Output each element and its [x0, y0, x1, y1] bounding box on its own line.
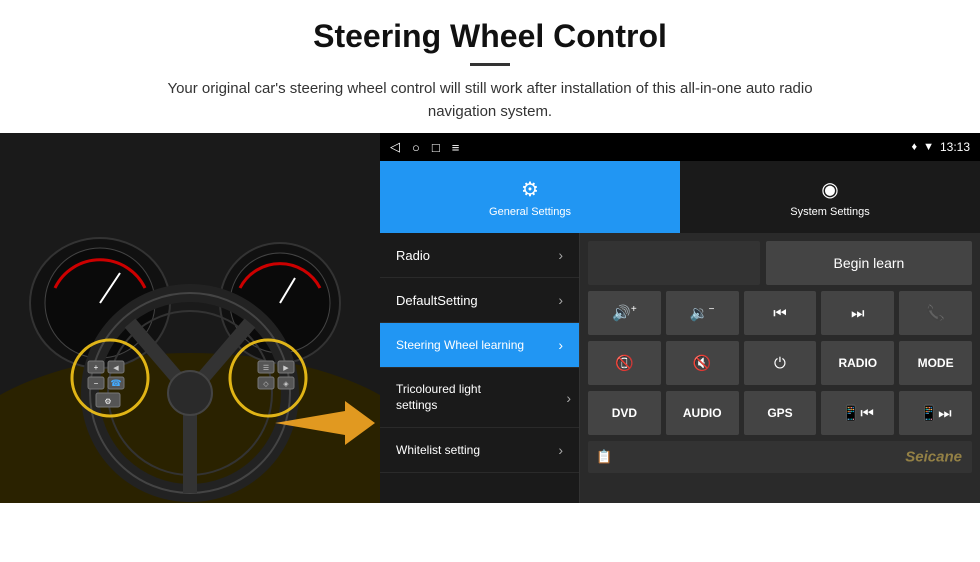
- mute-button[interactable]: 🔇: [666, 341, 739, 385]
- nav-tabs: ⚙ General Settings ◉ System Settings: [380, 161, 980, 233]
- tel-prev-button[interactable]: 📱⏮: [821, 391, 894, 435]
- menu-whitelist-arrow: ›: [558, 442, 563, 458]
- menu-item-whitelist[interactable]: Whitelist setting ›: [380, 428, 579, 473]
- tab-system-settings[interactable]: ◉ System Settings: [680, 161, 980, 233]
- menu-item-radio[interactable]: Radio ›: [380, 233, 579, 278]
- power-button[interactable]: ⏻: [744, 341, 817, 385]
- mode-label: MODE: [918, 356, 954, 370]
- phone-button[interactable]: 📞: [899, 291, 972, 335]
- audio-button[interactable]: AUDIO: [666, 391, 739, 435]
- vol-down-button[interactable]: 🔉−: [666, 291, 739, 335]
- tel-next-icon: 📱⏭: [920, 404, 952, 422]
- menu-item-tricoloured[interactable]: Tricoloured lightsettings ›: [380, 368, 579, 428]
- svg-text:▶: ▶: [283, 365, 289, 372]
- menu-tricoloured-label: Tricoloured lightsettings: [396, 382, 481, 413]
- tab-general-label: General Settings: [489, 206, 571, 218]
- car-image-svg: + ◀ − ☎ ⚙ ☰ ▶ ◇ ◈: [0, 133, 380, 503]
- doc-icon: 📋: [596, 449, 612, 465]
- tel-next-button[interactable]: 📱⏭: [899, 391, 972, 435]
- title-divider: [470, 63, 510, 66]
- gps-label: GPS: [767, 406, 792, 420]
- gps-icon: ♦: [911, 141, 917, 153]
- svg-text:◀: ◀: [113, 365, 119, 372]
- vol-up-button[interactable]: 🔊+: [588, 291, 661, 335]
- tel-prev-icon: 📱⏮: [842, 404, 874, 422]
- vol-up-icon: 🔊+: [612, 304, 637, 322]
- menu-radio-arrow: ›: [558, 247, 563, 263]
- mode-button[interactable]: MODE: [899, 341, 972, 385]
- hangup-icon: 📵: [615, 354, 634, 372]
- svg-text:☰: ☰: [263, 365, 269, 372]
- page-header: Steering Wheel Control Your original car…: [0, 0, 980, 133]
- controls-row3: DVD AUDIO GPS 📱⏮ 📱⏭: [588, 391, 972, 435]
- menu-icon[interactable]: ≡: [452, 140, 460, 155]
- menu-whitelist-label: Whitelist setting: [396, 443, 480, 457]
- recents-icon[interactable]: □: [432, 140, 440, 155]
- status-bar-right: ♦ ▼ 13:13: [911, 140, 970, 154]
- radio-button[interactable]: RADIO: [821, 341, 894, 385]
- next-track-button[interactable]: ⏭: [821, 291, 894, 335]
- svg-text:◇: ◇: [263, 381, 269, 388]
- vol-down-icon: 🔉−: [690, 304, 715, 322]
- watermark-row: 📋 Seicane: [588, 441, 972, 473]
- begin-learn-button[interactable]: Begin learn: [766, 241, 972, 285]
- status-bar-left: ◁ ○ □ ≡: [390, 139, 459, 155]
- signal-icon: ▼: [923, 141, 934, 153]
- begin-learn-row: Begin learn: [588, 241, 972, 285]
- car-image-area: + ◀ − ☎ ⚙ ☰ ▶ ◇ ◈: [0, 133, 380, 503]
- next-icon: ⏭: [851, 305, 865, 322]
- phone-icon: 📞: [926, 304, 945, 322]
- page-subtitle: Your original car's steering wheel contr…: [140, 78, 840, 123]
- menu-steering-arrow: ›: [558, 337, 563, 353]
- controls-row2: 📵 🔇 ⏻ RADIO MODE: [588, 341, 972, 385]
- gps-button[interactable]: GPS: [744, 391, 817, 435]
- hangup-button[interactable]: 📵: [588, 341, 661, 385]
- home-icon[interactable]: ○: [412, 140, 420, 155]
- menu-radio-label: Radio: [396, 248, 430, 263]
- time-display: 13:13: [940, 140, 970, 154]
- svg-text:⚙: ⚙: [104, 397, 111, 406]
- seicane-watermark: Seicane: [905, 449, 962, 466]
- content-area: + ◀ − ☎ ⚙ ☰ ▶ ◇ ◈: [0, 133, 980, 503]
- right-panel: Begin learn 🔊+ 🔉− ⏮ ⏭: [580, 233, 980, 503]
- svg-text:−: −: [94, 379, 99, 388]
- power-icon: ⏻: [774, 355, 786, 372]
- status-bar: ◁ ○ □ ≡ ♦ ▼ 13:13: [380, 133, 980, 161]
- android-ui: ◁ ○ □ ≡ ♦ ▼ 13:13 ⚙ General Settings ◉ S…: [380, 133, 980, 503]
- menu-tricoloured-arrow: ›: [566, 390, 571, 406]
- mute-icon: 🔇: [693, 354, 712, 372]
- prev-icon: ⏮: [773, 305, 787, 322]
- svg-text:☎: ☎: [110, 378, 121, 388]
- svg-text:+: +: [94, 363, 99, 372]
- gear-icon: ⚙: [521, 177, 539, 202]
- svg-text:◈: ◈: [283, 381, 289, 388]
- page-title: Steering Wheel Control: [40, 18, 940, 55]
- back-icon[interactable]: ◁: [390, 139, 400, 155]
- tab-general-settings[interactable]: ⚙ General Settings: [380, 161, 680, 233]
- audio-label: AUDIO: [683, 406, 722, 420]
- prev-track-button[interactable]: ⏮: [744, 291, 817, 335]
- dvd-label: DVD: [612, 406, 637, 420]
- menu-item-steering[interactable]: Steering Wheel learning ›: [380, 323, 579, 368]
- menu-default-label: DefaultSetting: [396, 293, 478, 308]
- controls-row1: 🔊+ 🔉− ⏮ ⏭ 📞: [588, 291, 972, 335]
- left-menu: Radio › DefaultSetting › Steering Wheel …: [380, 233, 580, 503]
- empty-slot: [588, 241, 760, 285]
- menu-default-arrow: ›: [558, 292, 563, 308]
- system-icon: ◉: [821, 177, 838, 202]
- dvd-button[interactable]: DVD: [588, 391, 661, 435]
- radio-label: RADIO: [838, 356, 877, 370]
- menu-item-default[interactable]: DefaultSetting ›: [380, 278, 579, 323]
- main-content: Radio › DefaultSetting › Steering Wheel …: [380, 233, 980, 503]
- menu-steering-label: Steering Wheel learning: [396, 338, 524, 352]
- tab-system-label: System Settings: [790, 206, 869, 218]
